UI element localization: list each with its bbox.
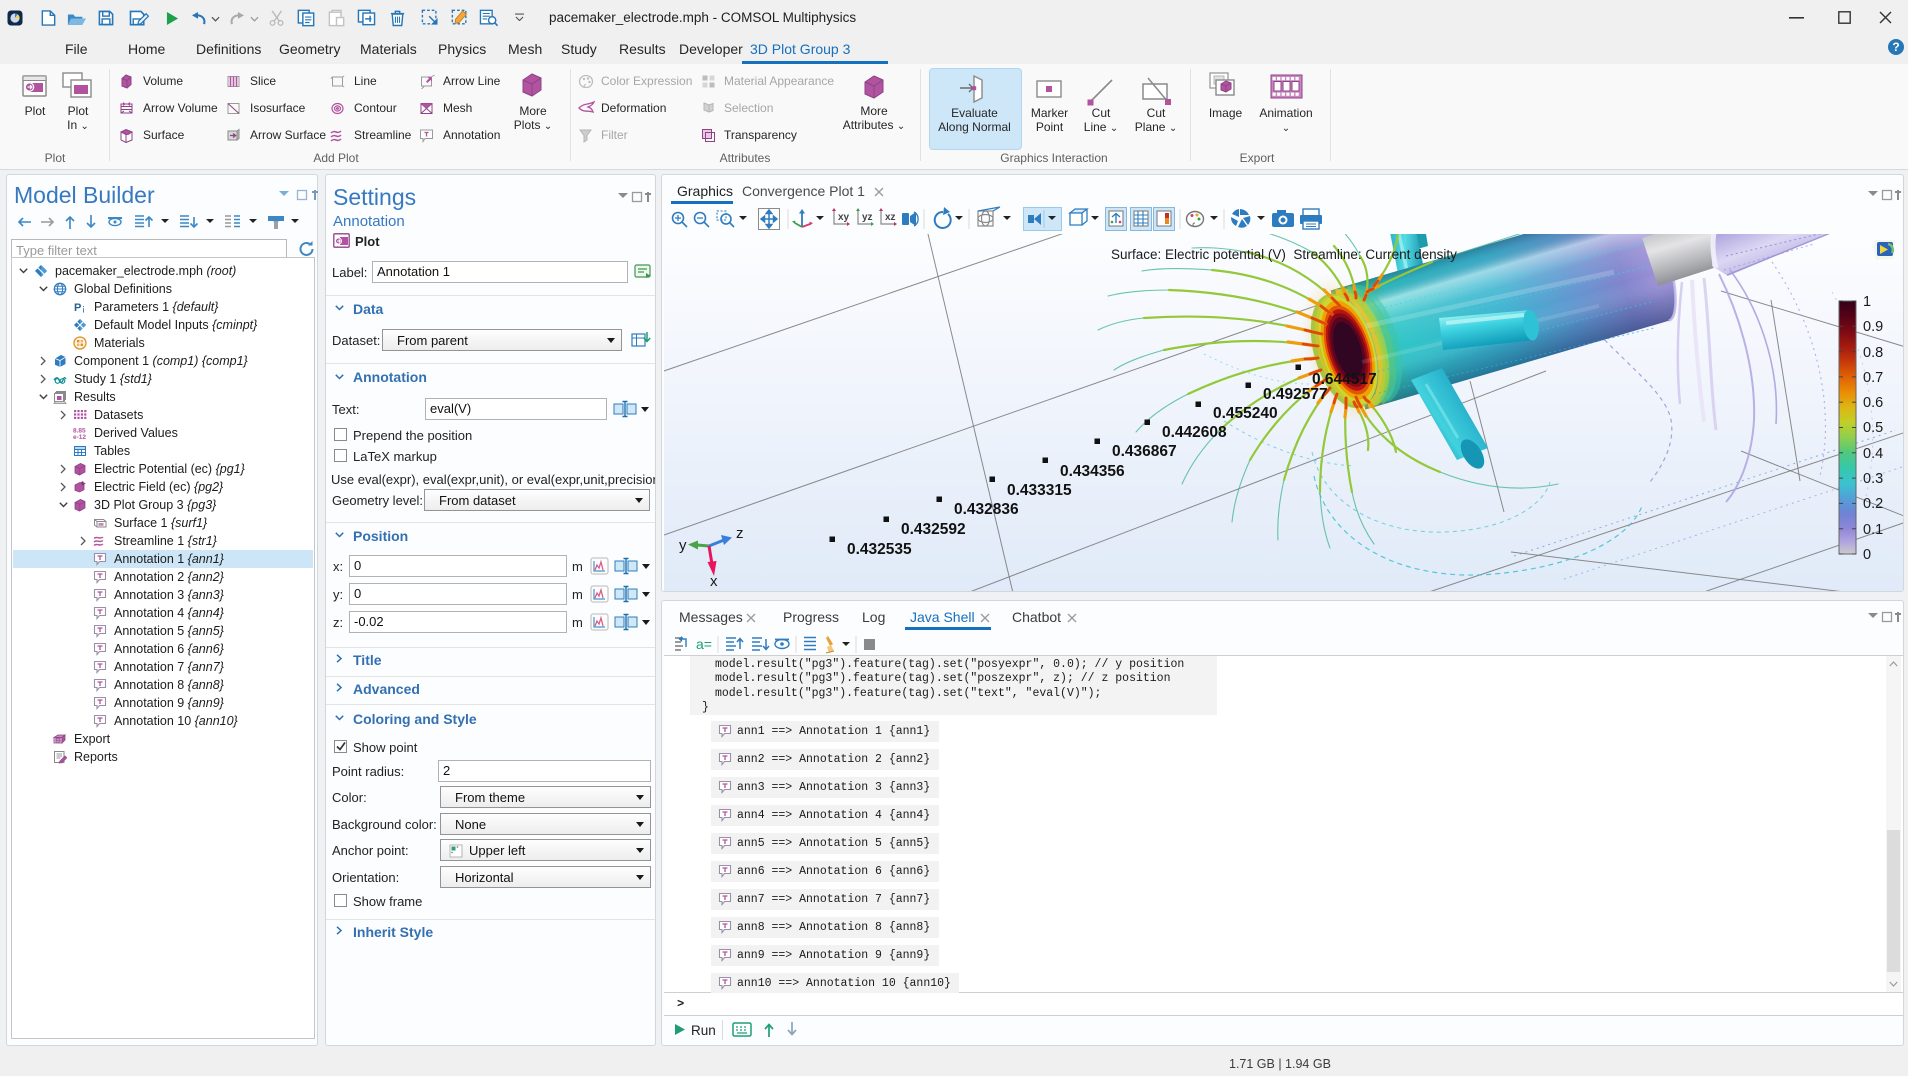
svg-text:0.432836: 0.432836 bbox=[954, 501, 1019, 518]
svg-text:¡: ¡ bbox=[82, 303, 85, 313]
svg-text:0.8: 0.8 bbox=[1863, 345, 1883, 361]
svg-text:0.434356: 0.434356 bbox=[1060, 463, 1125, 480]
svg-text:y: y bbox=[679, 537, 687, 554]
svg-text:a=: a= bbox=[696, 636, 712, 652]
svg-text:0.6: 0.6 bbox=[1863, 395, 1883, 411]
svg-text:0: 0 bbox=[1863, 547, 1871, 563]
svg-text:0.432535: 0.432535 bbox=[847, 541, 912, 558]
svg-text:z: z bbox=[736, 525, 744, 542]
svg-text:0.5: 0.5 bbox=[1863, 420, 1883, 436]
svg-text:0.433315: 0.433315 bbox=[1007, 482, 1072, 499]
svg-text:P: P bbox=[74, 302, 81, 314]
svg-text:e-12: e-12 bbox=[73, 434, 86, 440]
svg-text:xy: xy bbox=[838, 212, 850, 223]
svg-text:0.1: 0.1 bbox=[1863, 522, 1883, 538]
svg-text:0.492577: 0.492577 bbox=[1263, 386, 1328, 403]
svg-text:0.7: 0.7 bbox=[1863, 370, 1883, 386]
svg-text:0.644517: 0.644517 bbox=[1312, 371, 1377, 388]
svg-text:yz: yz bbox=[862, 212, 873, 223]
svg-text:1: 1 bbox=[1863, 294, 1871, 310]
svg-text:0.2: 0.2 bbox=[1863, 496, 1883, 512]
svg-text:0.9: 0.9 bbox=[1863, 319, 1883, 335]
svg-text:xz: xz bbox=[885, 212, 896, 223]
svg-text:Surface: Electric potential (V: Surface: Electric potential (V) Streamli… bbox=[1111, 247, 1457, 262]
svg-text:0.3: 0.3 bbox=[1863, 471, 1883, 487]
svg-text:0.455240: 0.455240 bbox=[1213, 405, 1278, 422]
svg-text:x: x bbox=[710, 573, 718, 590]
svg-text:0.4: 0.4 bbox=[1863, 446, 1883, 462]
svg-text:0.432592: 0.432592 bbox=[901, 521, 966, 538]
svg-text:0.436867: 0.436867 bbox=[1112, 443, 1177, 460]
svg-text:0.442608: 0.442608 bbox=[1162, 424, 1227, 441]
